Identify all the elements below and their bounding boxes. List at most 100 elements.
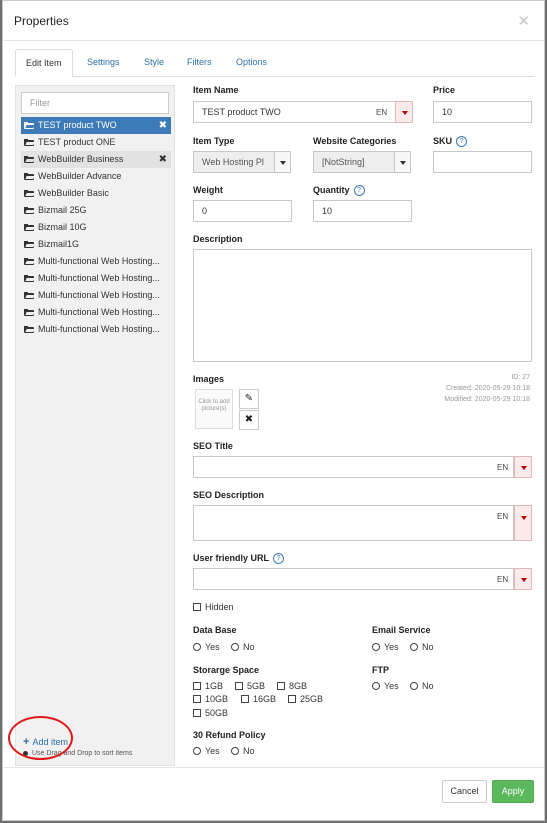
storage-label: Storarge Space	[193, 665, 260, 675]
remove-icon[interactable]: ✖	[159, 151, 167, 168]
storage-option-label: 8GB	[289, 681, 308, 691]
list-item[interactable]: WebBuilder Business ✖	[21, 151, 171, 168]
storage-16gb-checkbox[interactable]: 16GB	[241, 694, 276, 704]
chevron-down-icon	[521, 466, 527, 470]
filter-input[interactable]: Filter	[21, 92, 169, 114]
apply-button[interactable]: Apply	[492, 780, 534, 803]
weight-input[interactable]: 0	[193, 200, 292, 222]
tab-filters[interactable]: Filters	[177, 49, 222, 77]
tab-style[interactable]: Style	[134, 49, 174, 77]
add-item-button[interactable]: + Add item	[23, 736, 68, 748]
lang-dropdown-button[interactable]	[514, 456, 532, 478]
help-icon[interactable]: ?	[353, 185, 365, 197]
friendly-url-input[interactable]	[193, 568, 514, 590]
hidden-checkbox[interactable]: Hidden	[193, 602, 234, 612]
seo-description-textarea[interactable]	[193, 505, 514, 541]
tab-settings[interactable]: Settings	[77, 49, 130, 77]
created-timestamp: Created: 2020-05-29 10:18	[445, 385, 530, 392]
checkbox-icon	[288, 695, 296, 703]
lang-dropdown-button[interactable]	[514, 568, 532, 590]
image-upload-area[interactable]: Click to add picture(s)	[195, 389, 233, 429]
description-textarea[interactable]	[193, 249, 532, 362]
ftp-yes-radio[interactable]: Yes	[372, 681, 399, 691]
chevron-down-icon	[521, 578, 527, 582]
email-service-no-radio[interactable]: No	[410, 642, 434, 652]
storage-50gb-checkbox[interactable]: 50GB	[193, 708, 228, 718]
list-item[interactable]: TEST product ONE	[21, 134, 171, 151]
tab-options[interactable]: Options	[226, 49, 277, 77]
dialog-footer: Cancel Apply	[3, 767, 544, 820]
sku-input[interactable]	[433, 151, 532, 173]
refund-no-label: No	[243, 746, 255, 756]
radio-icon	[410, 682, 418, 690]
cancel-button[interactable]: Cancel	[442, 780, 487, 803]
refund-yes-radio[interactable]: Yes	[193, 746, 220, 756]
seo-title-input[interactable]	[193, 456, 514, 478]
remove-icon[interactable]: ✖	[159, 117, 167, 134]
item-list: TEST product TWO ✖ TEST product ONE WebB…	[21, 117, 171, 338]
list-item-label: Bizmail 10G	[38, 222, 87, 232]
email-service-yes-radio[interactable]: Yes	[372, 642, 399, 652]
folder-icon	[24, 292, 35, 299]
radio-icon	[193, 643, 201, 651]
ftp-no-radio[interactable]: No	[410, 681, 434, 691]
storage-10gb-checkbox[interactable]: 10GB	[193, 694, 228, 704]
close-icon[interactable]: ✕	[517, 12, 530, 30]
website-categories-select[interactable]: [NotString]	[313, 151, 395, 173]
list-item[interactable]: Bizmail 25G	[21, 202, 171, 219]
help-icon[interactable]: ?	[273, 553, 285, 565]
list-item[interactable]: WebBuilder Basic	[21, 185, 171, 202]
help-icon[interactable]: ?	[456, 136, 468, 148]
website-categories-value: [NotString]	[322, 157, 365, 167]
checkbox-icon	[241, 695, 249, 703]
list-item[interactable]: TEST product TWO ✖	[21, 117, 171, 134]
bullet-icon	[23, 750, 28, 756]
website-categories-label: Website Categories	[313, 136, 397, 146]
storage-1gb-checkbox[interactable]: 1GB	[193, 681, 223, 691]
tab-edit-item[interactable]: Edit Item	[15, 49, 73, 77]
list-item[interactable]: Multi-functional Web Hosting...	[21, 321, 171, 338]
website-categories-dropdown-button[interactable]	[394, 151, 411, 173]
list-item-label: Multi-functional Web Hosting...	[38, 290, 160, 300]
price-input[interactable]: 10	[433, 101, 532, 123]
dialog-titlebar: Properties ✕	[3, 1, 544, 41]
price-value: 10	[442, 107, 453, 117]
storage-8gb-checkbox[interactable]: 8GB	[277, 681, 307, 691]
list-item[interactable]: Bizmail1G	[21, 236, 171, 253]
add-item-label: Add item	[32, 737, 68, 747]
chevron-down-icon	[280, 161, 286, 165]
database-no-radio[interactable]: No	[231, 642, 255, 652]
folder-icon	[24, 156, 35, 163]
list-item-label: Bizmail 25G	[38, 205, 87, 215]
database-yes-radio[interactable]: Yes	[193, 642, 220, 652]
quantity-input[interactable]: 10	[313, 200, 412, 222]
refund-no-radio[interactable]: No	[231, 746, 255, 756]
delete-image-button[interactable]: ✖	[239, 410, 259, 430]
list-item-label: Multi-functional Web Hosting...	[38, 273, 160, 283]
dialog-title: Properties	[14, 14, 69, 28]
folder-icon	[24, 241, 35, 248]
radio-icon	[231, 643, 239, 651]
storage-option-label: 16GB	[253, 694, 277, 704]
item-name-input[interactable]: TEST product TWO	[193, 101, 396, 123]
edit-image-button[interactable]: ✎	[239, 389, 259, 409]
database-label: Data Base	[193, 625, 237, 635]
weight-value: 0	[202, 206, 208, 216]
storage-5gb-checkbox[interactable]: 5GB	[235, 681, 265, 691]
list-item[interactable]: Multi-functional Web Hosting...	[21, 304, 171, 321]
list-item[interactable]: Bizmail 10G	[21, 219, 171, 236]
list-item[interactable]: Multi-functional Web Hosting...	[21, 287, 171, 304]
item-type-dropdown-button[interactable]	[274, 151, 291, 173]
database-yes-label: Yes	[205, 642, 220, 652]
friendly-url-label: User friendly URL?	[193, 553, 285, 565]
lang-dropdown-button[interactable]	[514, 505, 532, 541]
lang-dropdown-button[interactable]	[395, 101, 413, 123]
list-item[interactable]: Multi-functional Web Hosting...	[21, 253, 171, 270]
storage-25gb-checkbox[interactable]: 25GB	[288, 694, 323, 704]
list-item[interactable]: WebBuilder Advance	[21, 168, 171, 185]
email-service-yes-label: Yes	[384, 642, 399, 652]
sku-label: SKU?	[433, 136, 468, 148]
item-type-select[interactable]: Web Hosting Pl	[193, 151, 275, 173]
list-item[interactable]: Multi-functional Web Hosting...	[21, 270, 171, 287]
lang-badge: EN	[497, 575, 509, 584]
